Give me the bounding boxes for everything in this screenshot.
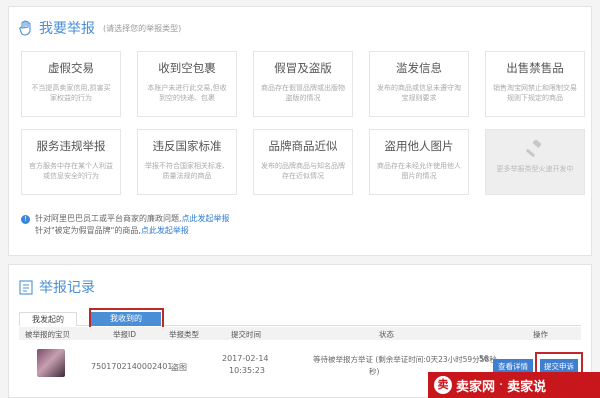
row-status: 等待被举报方举证 (剩余举证时间:0天23小时59分58秒 — [313, 355, 497, 364]
counterfeit-report-link[interactable]: 点此发起举报 — [141, 225, 189, 237]
records-title: 举报记录 — [39, 280, 95, 296]
report-notes: ! 针对阿里巴巴员工或平台商家的廉政问题, 点此发起举报 针对"被定为假冒品牌"… — [21, 213, 230, 237]
tile-desc: 举报不符合国家相关标准、质量法规的商品 — [145, 162, 229, 180]
report-hint: (请选择您的举报类型) — [103, 23, 182, 33]
col-actions: 操作 — [533, 330, 548, 339]
tile-title: 出售禁售品 — [506, 61, 564, 75]
watermark-separator: · — [499, 377, 504, 393]
row-time: 10:35:23 — [229, 366, 265, 375]
col-type: 举报类型 — [169, 330, 199, 339]
col-report-id: 举报ID — [113, 330, 136, 339]
report-title: 我要举报 — [39, 21, 95, 37]
col-submit-time: 提交时间 — [231, 330, 261, 339]
tile-desc: 销售淘宝网禁止和限制交易规则下规定的商品 — [493, 84, 577, 102]
tile-counterfeit[interactable]: 假冒及盗版 商品存在假冒品牌或出版物盗版的情况 — [253, 51, 353, 117]
report-header: 我要举报 (请选择您的举报类型) — [19, 18, 181, 38]
tile-desc: 官方服务中存在某个人利益或信息安全的行为 — [29, 162, 113, 180]
tile-desc: 不当提高卖家信用,损害买家权益的行为 — [31, 84, 111, 102]
report-panel: 我要举报 (请选择您的举报类型) 虚假交易 不当提高卖家信用,损害买家权益的行为… — [8, 6, 592, 256]
tile-title: 违反国家标准 — [152, 139, 222, 153]
tile-service-violation[interactable]: 服务违规举报 官方服务中存在某个人利益或信息安全的行为 — [21, 129, 121, 195]
tile-desc: 发布的品牌商品与知名品牌存在近似情况 — [261, 162, 345, 180]
tile-title: 服务违规举报 — [36, 139, 106, 153]
note-text: 针对阿里巴巴员工或平台商家的廉政问题, — [35, 214, 182, 223]
tile-prohibited-goods[interactable]: 出售禁售品 销售淘宝网禁止和限制交易规则下规定的商品 — [485, 51, 585, 117]
note-counterfeit: 针对"被定为假冒品牌"的商品, 点此发起举报 — [21, 225, 230, 237]
watermark-text: 卖家说 — [507, 379, 547, 395]
tile-brand-similar[interactable]: 品牌商品近似 发布的品牌商品与知名品牌存在近似情况 — [253, 129, 353, 195]
tile-desc: 发布的商品或信息未遵守淘宝规则要求 — [377, 84, 461, 102]
tile-title: 滥发信息 — [396, 61, 442, 75]
gavel-icon — [526, 140, 542, 157]
records-tabs: 我发起的 我收到的 — [19, 308, 581, 330]
tile-desc: 本账户未进行此交易,但收到空的快递、包裹 — [147, 84, 227, 102]
report-type-grid: 虚假交易 不当提高卖家信用,损害买家权益的行为 收到空包裹 本账户未进行此交易,… — [21, 51, 585, 195]
col-status: 状态 — [379, 330, 394, 339]
tile-desc: 更多举报类型火速开发中 — [496, 165, 574, 173]
row-type: 盗图 — [171, 363, 187, 372]
tile-desc: 商品存在假冒品牌或出版物盗版的情况 — [261, 84, 345, 102]
tile-national-standard[interactable]: 违反国家标准 举报不符合国家相关标准、质量法规的商品 — [137, 129, 237, 195]
hand-icon — [19, 20, 31, 36]
tile-title: 盗用他人图片 — [384, 139, 454, 153]
tile-fake-trade[interactable]: 虚假交易 不当提高卖家信用,损害买家权益的行为 — [21, 51, 121, 117]
col-item: 被举报的宝贝 — [25, 330, 70, 339]
watermark-text: 卖家网 — [456, 379, 496, 395]
note-text: 针对"被定为假冒品牌"的商品, — [35, 226, 141, 235]
integrity-report-link[interactable]: 点此发起举报 — [182, 213, 230, 225]
tile-empty-package[interactable]: 收到空包裹 本账户未进行此交易,但收到空的快递、包裹 — [137, 51, 237, 117]
row-status-seconds: 56 — [479, 354, 489, 363]
tile-desc: 商品存在未经允许使用他人图片的情况 — [377, 162, 461, 180]
row-date: 2017-02-14 — [222, 354, 269, 363]
tile-title: 虚假交易 — [48, 61, 94, 75]
tile-image-theft[interactable]: 盗用他人图片 商品存在未经允许使用他人图片的情况 — [369, 129, 469, 195]
tile-title: 收到空包裹 — [158, 61, 216, 75]
records-header: 举报记录 — [19, 277, 95, 297]
tile-more-coming: 更多举报类型火速开发中 — [485, 129, 585, 195]
row-report-id: 7501702140002401 — [91, 362, 173, 371]
tile-title: 假冒及盗版 — [274, 61, 332, 75]
info-icon: ! — [21, 214, 30, 224]
note-integrity: ! 针对阿里巴巴员工或平台商家的廉政问题, 点此发起举报 — [21, 213, 230, 225]
document-icon — [19, 279, 33, 295]
tab-sent[interactable]: 我发起的 — [19, 312, 77, 326]
site-watermark: 卖 卖家网 · 卖家说 — [428, 372, 600, 398]
row-status-end: 秒) — [369, 367, 380, 376]
records-table-header: 被举报的宝贝 举报ID 举报类型 提交时间 状态 操作 — [19, 327, 581, 340]
watermark-logo: 卖 — [434, 376, 452, 394]
tile-title: 品牌商品近似 — [268, 139, 338, 153]
item-thumbnail[interactable] — [37, 349, 65, 377]
tile-spam-info[interactable]: 滥发信息 发布的商品或信息未遵守淘宝规则要求 — [369, 51, 469, 117]
